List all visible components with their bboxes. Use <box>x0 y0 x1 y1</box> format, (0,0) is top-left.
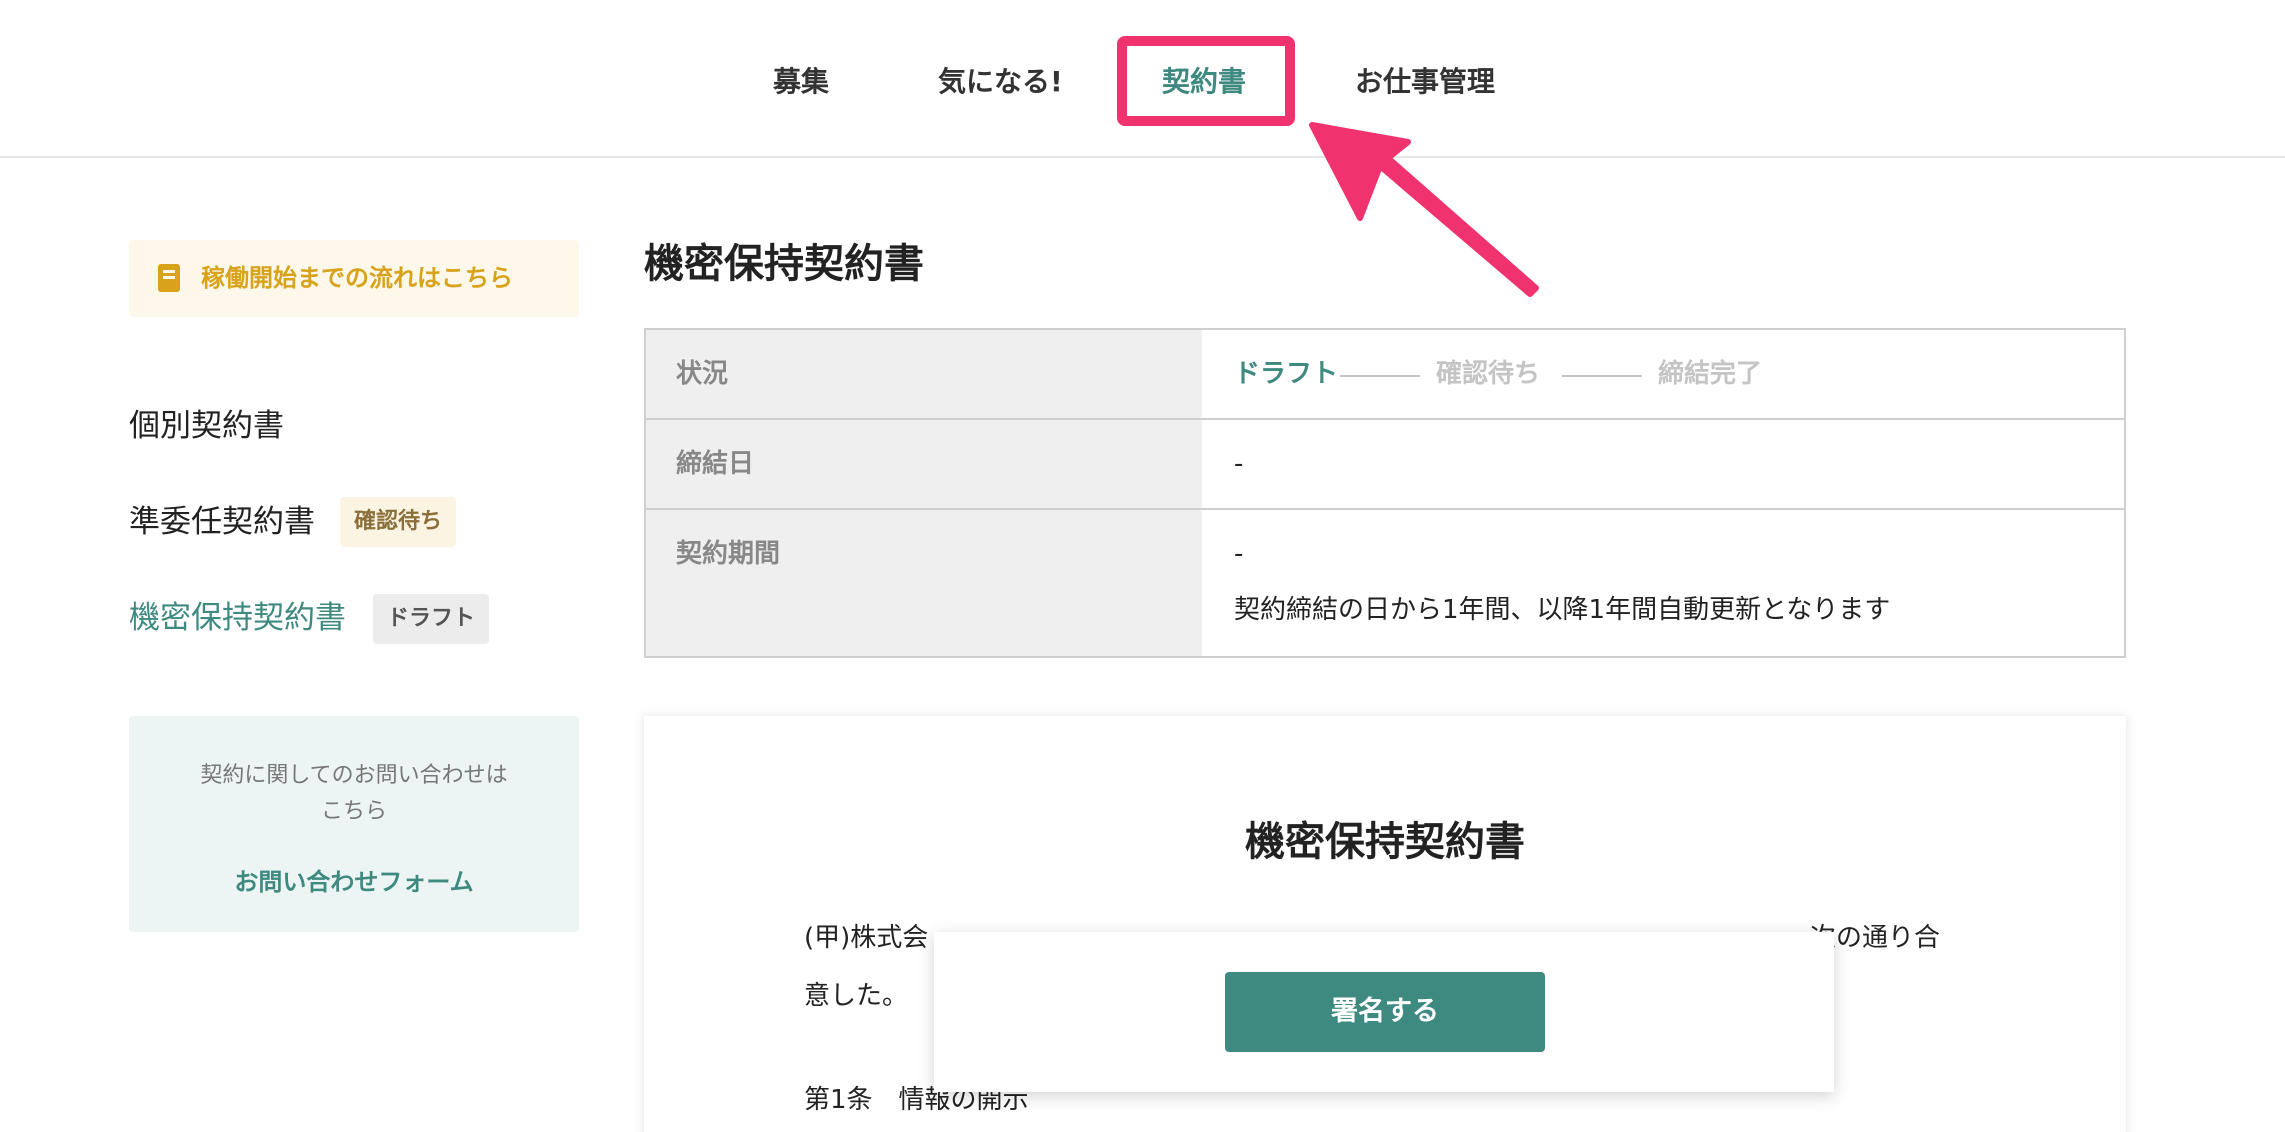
contract-info-table: 状況 ドラフト 確認待ち 締結完了 締結日 - 契約期間 - 契約締結の日から1… <box>644 328 2126 658</box>
info-row-status: 状況 ドラフト 確認待ち 締結完了 <box>646 330 2124 420</box>
status-label: 状況 <box>676 359 729 389</box>
book-icon <box>158 264 180 292</box>
nav-item-recruit[interactable]: 募集 <box>773 58 829 106</box>
info-row-period: 契約期間 - 契約締結の日から1年間、以降1年間自動更新となります <box>646 510 2124 656</box>
document-title: 機密保持契約書 <box>1245 819 1525 865</box>
sign-button[interactable]: 署名する <box>1225 972 1545 1052</box>
sign-panel: 署名する <box>934 932 1834 1092</box>
sidebar-item-quasi-mandate-contract[interactable]: 準委任契約書 <box>129 498 315 546</box>
step-draft: ドラフト <box>1234 359 1339 389</box>
page-title: 機密保持契約書 <box>644 241 924 287</box>
document-paragraph-start: (甲)株式会 <box>804 923 929 953</box>
step-completed: 締結完了 <box>1658 359 1763 389</box>
step-connector <box>1562 375 1642 377</box>
step-awaiting-confirmation: 確認待ち <box>1436 359 1541 389</box>
contact-form-link[interactable]: お問い合わせフォーム <box>129 862 579 902</box>
period-note: 契約締結の日から1年間、以降1年間自動更新となります <box>1234 595 1891 625</box>
sidebar-item-individual-contract[interactable]: 個別契約書 <box>129 402 284 450</box>
onboarding-flow-label: 稼働開始までの流れはこちら <box>201 264 513 292</box>
status-badge-pending: 確認待ち <box>340 497 457 547</box>
contact-box: 契約に関してのお問い合わせは こちら お問い合わせフォーム <box>129 716 579 932</box>
status-badge-draft: ドラフト <box>373 594 490 644</box>
date-value: - <box>1234 449 1244 479</box>
onboarding-flow-banner[interactable]: 稼働開始までの流れはこちら <box>129 240 579 317</box>
nav-item-favorites[interactable]: 気になる! <box>938 58 1063 106</box>
contact-text: 契約に関してのお問い合わせは こちら <box>200 763 508 824</box>
sidebar-item-nda[interactable]: 機密保持契約書 <box>129 594 346 642</box>
period-value: - <box>1234 539 1244 569</box>
step-connector <box>1340 375 1420 377</box>
document-paragraph-line2: 意した。 <box>804 981 909 1011</box>
period-label: 契約期間 <box>676 539 781 569</box>
nav-item-job-management[interactable]: お仕事管理 <box>1355 58 1495 106</box>
info-row-date: 締結日 - <box>646 420 2124 510</box>
nav-highlight-box <box>1117 36 1295 126</box>
date-label: 締結日 <box>676 449 755 479</box>
